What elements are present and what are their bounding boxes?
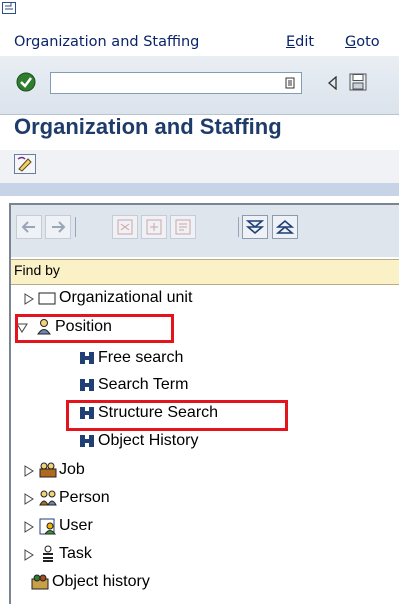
disabled-tool-1[interactable] — [112, 215, 138, 239]
tree-item-object-history-position[interactable]: Object History — [11, 429, 399, 456]
sap-menu-icon[interactable] — [2, 2, 16, 14]
menu-organization-and-staffing[interactable]: Organization and Staffing — [14, 34, 199, 50]
next-button[interactable] — [45, 215, 71, 239]
toggle-navigation-button[interactable] — [14, 154, 36, 174]
tree-item-task[interactable]: Task — [11, 542, 399, 569]
page-title: Organization and Staffing — [14, 114, 282, 139]
tree-item-object-history[interactable]: Object history — [11, 570, 399, 597]
dropdown-icon[interactable] — [283, 76, 297, 90]
toolbar-divider — [75, 217, 76, 237]
save-icon[interactable] — [348, 72, 368, 92]
tree-item-person[interactable]: Person — [11, 486, 399, 513]
pencil-icon — [17, 156, 32, 172]
expand-triangle-icon[interactable] — [22, 492, 36, 506]
find-by-label: Find by — [14, 262, 60, 278]
tree-item-job[interactable]: Job — [11, 458, 399, 485]
tree-item-user[interactable]: User — [11, 514, 399, 541]
highlight-structure-search — [66, 400, 288, 431]
menu-goto[interactable]: Goto — [345, 34, 380, 50]
icon-disabled-2 — [146, 219, 162, 235]
enter-checkmark-icon[interactable] — [16, 72, 36, 92]
tree-item-organizational-unit[interactable]: Organizational unit — [11, 286, 399, 313]
expand-triangle-icon[interactable] — [22, 548, 36, 562]
binoculars-icon — [80, 379, 94, 391]
command-field[interactable] — [50, 72, 302, 94]
task-icon — [43, 545, 53, 562]
next-icon — [52, 221, 66, 233]
separator-band — [0, 183, 399, 196]
highlight-position — [15, 314, 174, 343]
disabled-tool-3[interactable] — [170, 215, 196, 239]
job-icon — [39, 462, 57, 478]
expand-all-button[interactable] — [242, 215, 268, 239]
expand-triangle-icon[interactable] — [22, 520, 36, 534]
previous-button[interactable] — [16, 215, 42, 239]
collapse-all-icon — [275, 219, 295, 234]
back-arrow-icon[interactable] — [327, 76, 339, 90]
binoculars-icon — [80, 352, 94, 364]
toolbar-divider — [238, 217, 239, 237]
menu-edit[interactable]: Edit — [286, 34, 314, 50]
expand-triangle-icon[interactable] — [22, 464, 36, 478]
object-history-icon — [31, 574, 49, 590]
icon-disabled-3 — [175, 219, 191, 235]
tree-item-free-search[interactable]: Free search — [11, 346, 399, 373]
expand-triangle-icon[interactable] — [22, 292, 36, 306]
user-icon — [39, 518, 56, 535]
person-icon — [39, 490, 57, 506]
previous-icon — [21, 221, 35, 233]
disabled-tool-2[interactable] — [141, 215, 167, 239]
binoculars-icon — [80, 435, 94, 447]
icon-disabled-1 — [117, 219, 133, 235]
expand-all-icon — [245, 220, 265, 235]
collapse-all-button[interactable] — [272, 215, 298, 239]
find-by-header — [11, 259, 399, 285]
org-unit-icon — [38, 292, 56, 305]
tree-item-search-term[interactable]: Search Term — [11, 373, 399, 400]
